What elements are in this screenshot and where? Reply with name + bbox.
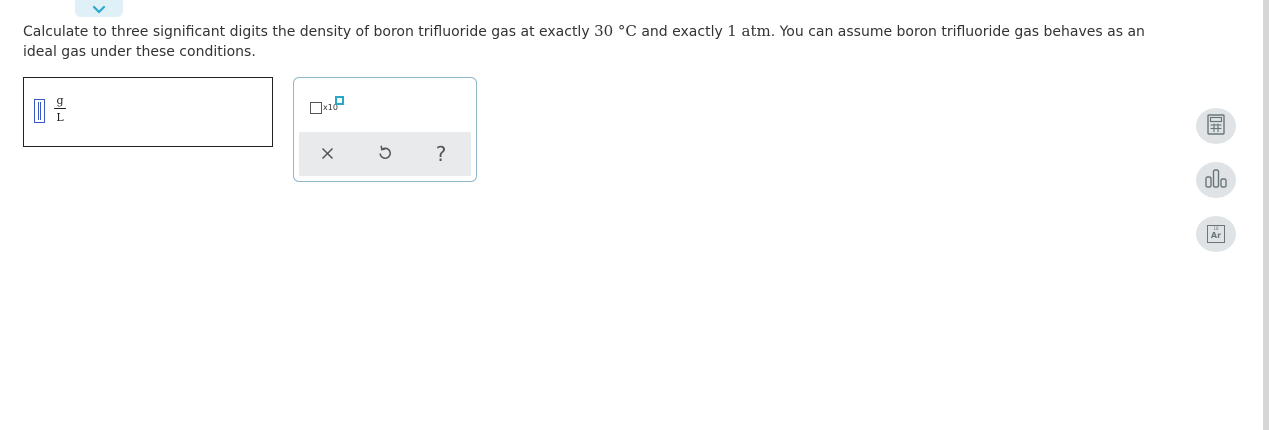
clear-button[interactable] <box>314 141 340 167</box>
chevron-down-icon <box>92 5 106 14</box>
unit-fraction: g L <box>54 94 66 124</box>
input-cursor-slot[interactable] <box>34 99 45 123</box>
undo-button[interactable] <box>372 141 398 167</box>
base-box-icon <box>310 102 322 114</box>
unit-numerator: g <box>56 94 64 107</box>
palette-action-bar: ? <box>299 132 471 176</box>
undo-icon <box>378 144 392 164</box>
temperature-value: 30 °C <box>594 22 637 40</box>
exponent-box-icon <box>335 96 344 105</box>
help-button[interactable]: ? <box>428 141 454 167</box>
scientific-notation-button[interactable]: x10 <box>308 94 348 120</box>
scrollbar-track[interactable] <box>1263 0 1269 430</box>
bar-chart-icon <box>1204 168 1228 192</box>
periodic-table-icon: 18 Ar <box>1207 225 1225 243</box>
calculator-button[interactable] <box>1196 108 1236 144</box>
answer-input[interactable]: g L <box>23 77 273 147</box>
math-palette: x10 ? <box>293 77 477 182</box>
close-icon <box>321 145 334 164</box>
pressure-value: 1 atm <box>727 22 771 40</box>
fraction-bar <box>54 108 66 109</box>
periodic-table-button[interactable]: 18 Ar <box>1196 216 1236 252</box>
question-text-part: and exactly <box>636 24 728 40</box>
element-symbol: Ar <box>1210 231 1222 240</box>
data-button[interactable] <box>1196 162 1236 198</box>
unit-denominator: L <box>56 111 64 124</box>
calculator-icon <box>1207 113 1225 139</box>
collapse-toggle-button[interactable] <box>75 0 123 17</box>
question-text: Calculate to three significant digits th… <box>23 21 1163 62</box>
question-text-part: Calculate to three significant digits th… <box>23 24 595 40</box>
